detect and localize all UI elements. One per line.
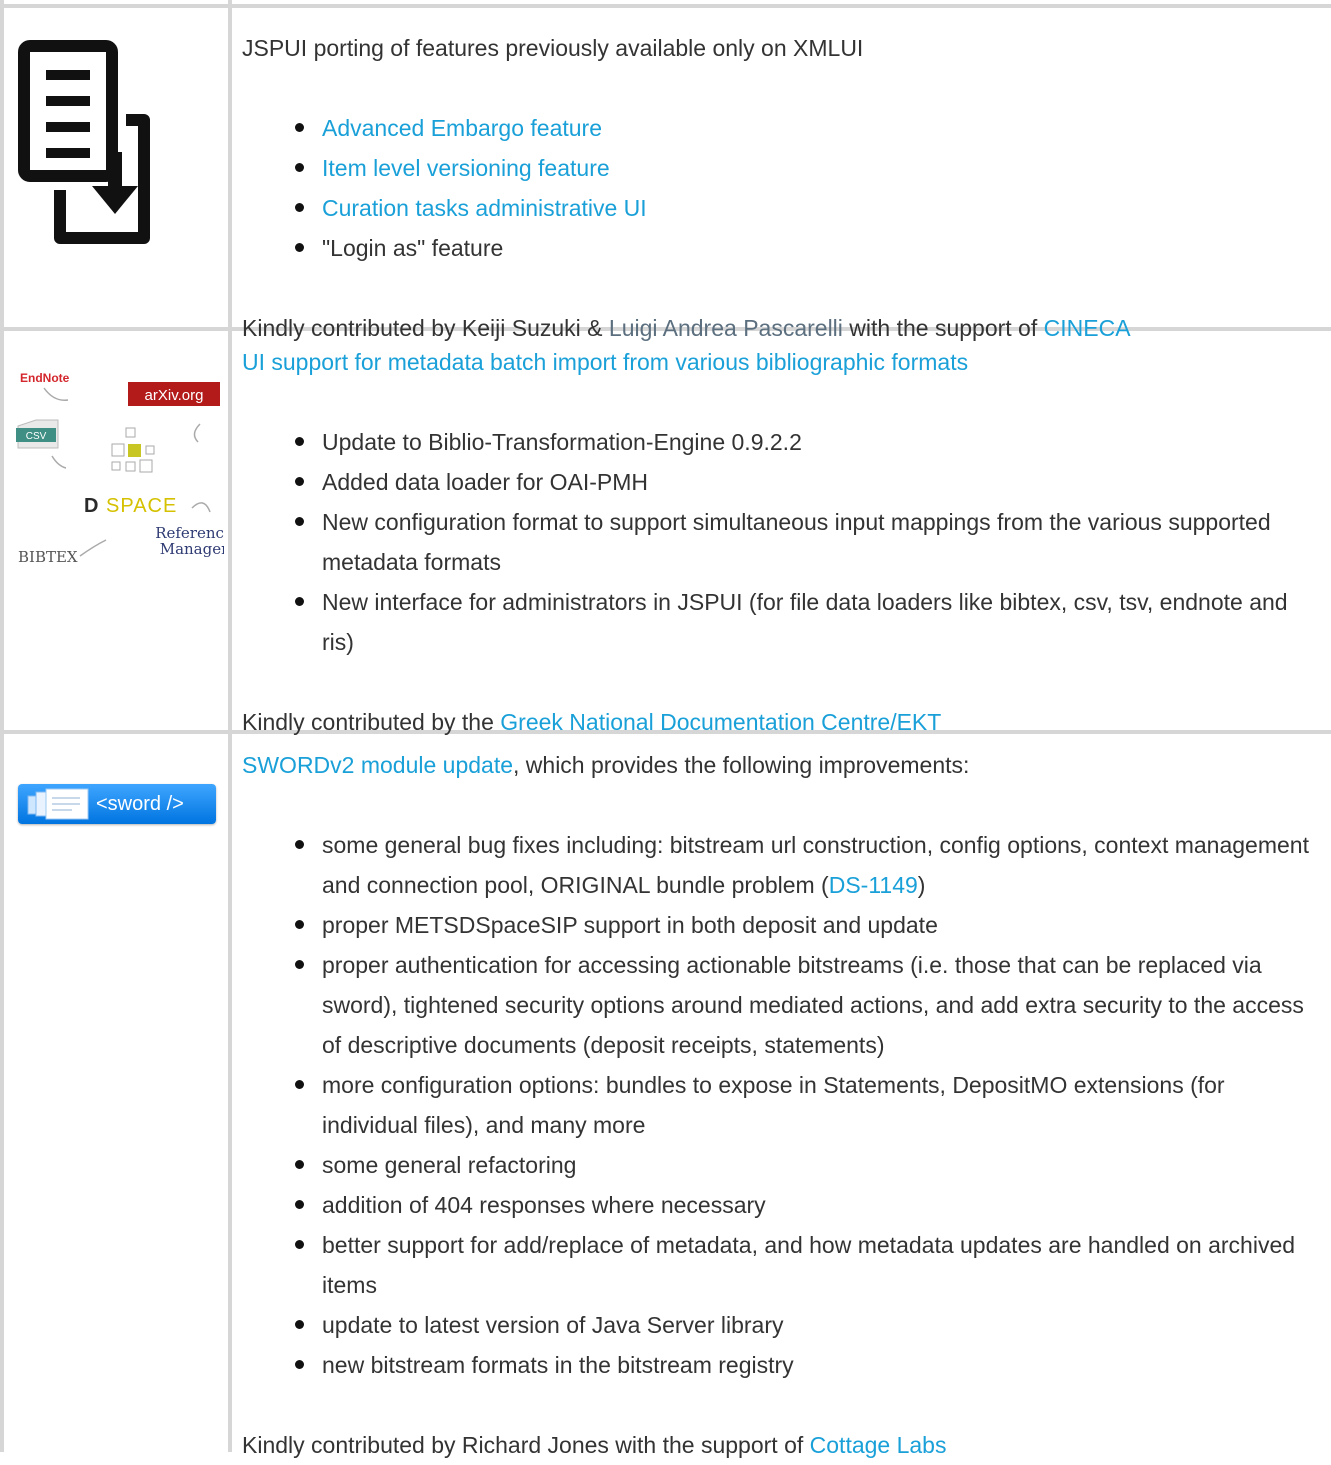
ekt-link[interactable]: Greek National Documentation Centre/EKT	[500, 709, 941, 735]
curation-tasks-link[interactable]: Curation tasks administrative UI	[322, 195, 647, 221]
list-item: new bitstream formats in the bitstream r…	[295, 1345, 1317, 1385]
advanced-embargo-link[interactable]: Advanced Embargo feature	[322, 115, 602, 141]
list-item: update to latest version of Java Server …	[295, 1305, 1317, 1345]
svg-text:SPACE: SPACE	[106, 495, 177, 517]
sword-badge: <sword />	[18, 784, 216, 824]
list-item: Update to Biblio-Transformation-Engine 0…	[295, 422, 1317, 462]
list-item[interactable]: Advanced Embargo feature	[295, 108, 1317, 148]
list-item: proper METSDSpaceSIP support in both dep…	[295, 905, 1317, 945]
row1-feature-list: Advanced Embargo feature Item level vers…	[242, 108, 1317, 268]
list-item: more configuration options: bundles to e…	[295, 1065, 1317, 1145]
bibliographic-formats-logo: EndNote arXiv.org CSV D SPACE BIBTEX Ref…	[16, 371, 224, 566]
list-item: "Login as" feature	[295, 228, 1317, 268]
swordv2-update-link[interactable]: SWORDv2 module update	[242, 752, 513, 778]
svg-text:CSV: CSV	[26, 431, 47, 442]
metadata-batch-import-link[interactable]: UI support for metadata batch import fro…	[242, 349, 968, 375]
list-item: some general bug fixes including: bitstr…	[295, 825, 1317, 905]
list-item: New configuration format to support simu…	[295, 502, 1317, 582]
svg-text:BIBTEX: BIBTEX	[18, 548, 78, 566]
list-item: better support for add/replace of metada…	[295, 1225, 1317, 1305]
svg-text:arXiv.org: arXiv.org	[145, 387, 204, 404]
row2-feature-list: Update to Biblio-Transformation-Engine 0…	[242, 422, 1317, 662]
document-download-icon	[18, 40, 150, 244]
row1-intro: JSPUI porting of features previously ava…	[242, 35, 864, 61]
row3-improvement-list: some general bug fixes including: bitstr…	[242, 825, 1317, 1385]
list-item: addition of 404 responses where necessar…	[295, 1185, 1317, 1225]
list-item: some general refactoring	[295, 1145, 1317, 1185]
svg-text:D: D	[84, 495, 98, 517]
sword-badge-label: <sword />	[96, 793, 184, 815]
row3-credit: Kindly contributed by Richard Jones with…	[242, 1432, 947, 1458]
list-item: proper authentication for accessing acti…	[295, 945, 1317, 1065]
cineca-link[interactable]: CINECA	[1044, 315, 1131, 341]
table-border-top	[0, 4, 1331, 8]
svg-text:EndNote: EndNote	[20, 371, 70, 385]
contributor-name: Luigi Andrea Pascarelli	[608, 315, 843, 341]
documents-stack-icon	[27, 788, 89, 820]
cottage-labs-link[interactable]: Cottage Labs	[810, 1432, 947, 1458]
item-versioning-link[interactable]: Item level versioning feature	[322, 155, 610, 181]
svg-text:Manager: Manager	[160, 540, 224, 558]
table-border-left	[0, 0, 4, 1452]
list-item: Added data loader for OAI-PMH	[295, 462, 1317, 502]
row2-credit: Kindly contributed by the Greek National…	[242, 709, 942, 735]
row3-content: SWORDv2 module update, which provides th…	[242, 745, 1317, 1465]
row2-content: UI support for metadata batch import fro…	[242, 342, 1317, 742]
list-item[interactable]: Curation tasks administrative UI	[295, 188, 1317, 228]
ds-1149-link[interactable]: DS-1149	[829, 872, 918, 898]
list-item: New interface for administrators in JSPU…	[295, 582, 1317, 662]
list-item[interactable]: Item level versioning feature	[295, 148, 1317, 188]
row1-content: JSPUI porting of features previously ava…	[242, 28, 1317, 348]
row3-intro: SWORDv2 module update, which provides th…	[242, 752, 970, 778]
column-divider	[228, 0, 232, 1452]
